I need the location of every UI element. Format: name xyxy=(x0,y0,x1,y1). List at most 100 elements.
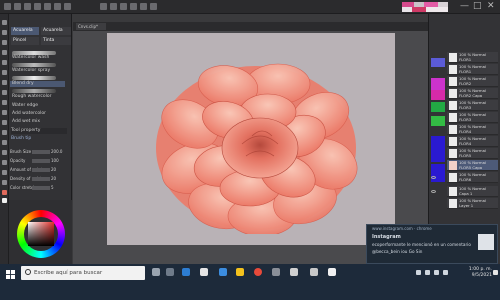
layer-row[interactable]: 100 % Normal FLOR3 xyxy=(447,100,498,111)
color-history-strip[interactable] xyxy=(402,2,448,12)
layer-row[interactable]: 100 % Normal Layer 1 xyxy=(447,198,498,209)
menu-icon[interactable] xyxy=(34,3,41,10)
brush-item[interactable]: Watercolor wash xyxy=(12,55,49,61)
taskbar-app-icon[interactable] xyxy=(310,268,318,276)
minimize-button[interactable]: — xyxy=(460,1,469,12)
tool-icon[interactable] xyxy=(2,60,7,65)
taskbar-app-icon[interactable] xyxy=(272,268,280,276)
task-view-icon[interactable] xyxy=(152,268,160,276)
layer-row[interactable]: 100 % Normal Capa 1 xyxy=(447,186,498,197)
tool-icon[interactable] xyxy=(2,160,7,165)
brush-item[interactable]: Add wet mix xyxy=(12,119,40,125)
taskbar-app-icon[interactable] xyxy=(290,268,298,276)
menu-icon[interactable] xyxy=(44,3,51,10)
property-slider[interactable] xyxy=(32,168,50,172)
layer-visibility-eye-icon[interactable] xyxy=(431,190,436,193)
subtool-tab-ink[interactable]: Tinta xyxy=(41,37,71,45)
layer-row[interactable]: 100 % Normal FLOR2 Capa xyxy=(447,88,498,99)
network-icon[interactable] xyxy=(425,270,430,275)
layer-row[interactable]: 100 % Normal FLOR2 xyxy=(447,76,498,87)
layer-color-chip xyxy=(431,78,445,90)
notification-center-icon[interactable] xyxy=(493,270,498,275)
maximize-button[interactable]: □ xyxy=(473,1,482,12)
subtool-tab-watercolor[interactable]: Acuarela xyxy=(11,27,39,35)
language-icon[interactable] xyxy=(443,270,448,275)
property-slider[interactable] xyxy=(32,150,50,154)
layer-thumbnail xyxy=(449,65,457,74)
windows-start-icon[interactable] xyxy=(6,270,15,279)
command-icon[interactable] xyxy=(150,3,157,10)
tool-icon[interactable] xyxy=(2,40,7,45)
property-opacity[interactable]: Opacity 100 xyxy=(10,158,62,164)
tool-icon[interactable] xyxy=(2,100,7,105)
property-slider[interactable] xyxy=(32,186,50,190)
layer-row[interactable]: 100 % Normal FLOR4 xyxy=(447,136,498,147)
property-brush-size[interactable]: Brush Size 200.0 xyxy=(10,149,62,155)
tool-icon[interactable] xyxy=(2,80,7,85)
subtool-tab-brush[interactable]: Pincel xyxy=(11,37,39,45)
layer-row[interactable]: 100 % Normal FLOR3 xyxy=(447,112,498,123)
tool-icon[interactable] xyxy=(2,90,7,95)
tool-icon[interactable] xyxy=(2,20,7,25)
taskbar-app-icon[interactable] xyxy=(182,268,190,276)
property-label: Brush Size xyxy=(10,149,32,154)
file-explorer-icon[interactable] xyxy=(236,268,244,276)
tool-icon[interactable] xyxy=(2,30,7,35)
main-color-swatch[interactable] xyxy=(2,190,7,195)
brush-item[interactable]: Add watercolor xyxy=(12,111,46,117)
layer-row[interactable]: 100 % Normal FLOR6 xyxy=(447,172,498,183)
layer-color-chip xyxy=(431,136,445,162)
notification-body: ecoperformante le mencionó en un comenta… xyxy=(372,242,471,247)
tool-icon[interactable] xyxy=(2,170,7,175)
layer-row[interactable]: 100 % Normal FLOR4 xyxy=(447,124,498,135)
command-icon[interactable] xyxy=(130,3,137,10)
saturation-value-square[interactable] xyxy=(28,222,54,246)
property-value: 200.0 xyxy=(51,149,63,154)
menu-icon[interactable] xyxy=(24,3,31,10)
menu-icon[interactable] xyxy=(54,3,61,10)
brush-item[interactable]: Water edge xyxy=(12,103,38,109)
menu-icon[interactable] xyxy=(4,3,11,10)
menu-icon[interactable] xyxy=(14,3,21,10)
sub-color-swatch[interactable] xyxy=(2,198,7,203)
brush-item[interactable]: Rough watercolor xyxy=(12,94,51,100)
tool-icon[interactable] xyxy=(2,120,7,125)
taskbar-app-icon[interactable] xyxy=(200,268,208,276)
layer-row[interactable]: 100 % Normal FLOR1 xyxy=(447,52,498,63)
clip-studio-icon[interactable] xyxy=(328,268,336,276)
property-density-of-paint[interactable]: Density of paint 20 xyxy=(10,176,62,182)
layer-row[interactable]: 100 % Normal FLOR1 xyxy=(447,64,498,75)
command-icon[interactable] xyxy=(120,3,127,10)
tool-icon[interactable] xyxy=(2,140,7,145)
layer-row-selected[interactable]: 100 % Normal FLOR5 Capa xyxy=(447,160,498,171)
command-icon[interactable] xyxy=(140,3,147,10)
tray-chevron-icon[interactable] xyxy=(416,270,421,275)
chrome-icon[interactable] xyxy=(254,268,262,276)
subtool-tab-watercolor-2[interactable]: Acuarela xyxy=(41,27,71,35)
tool-icon[interactable] xyxy=(2,180,7,185)
tool-icon[interactable] xyxy=(2,50,7,55)
brush-item[interactable]: Watercolor spray xyxy=(12,68,50,74)
edge-icon[interactable] xyxy=(219,268,227,276)
command-icon[interactable] xyxy=(100,3,107,10)
taskbar-app-icon[interactable] xyxy=(166,268,174,276)
property-slider[interactable] xyxy=(32,159,50,163)
document-tab[interactable]: Cnvs.clip* xyxy=(76,23,106,30)
tool-icon[interactable] xyxy=(2,70,7,75)
property-slider[interactable] xyxy=(32,177,50,181)
command-icon[interactable] xyxy=(110,3,117,10)
notification-avatar-icon xyxy=(478,234,494,250)
tray-clock[interactable]: 1:00 p. m. 9/5/2021 xyxy=(454,267,492,279)
tool-icon[interactable] xyxy=(2,150,7,155)
layer-row[interactable]: 100 % Normal FLOR5 xyxy=(447,148,498,159)
tool-icon[interactable] xyxy=(2,130,7,135)
close-button[interactable]: ✕ xyxy=(487,1,495,12)
property-color-stretch[interactable]: Color stretch 5 xyxy=(10,185,62,191)
volume-icon[interactable] xyxy=(434,270,439,275)
tool-icon[interactable] xyxy=(2,110,7,115)
layer-visibility-eye-icon[interactable] xyxy=(431,176,436,179)
menu-icon[interactable] xyxy=(64,3,71,10)
brush-item-selected[interactable]: Blend dry xyxy=(10,81,65,87)
layer-thumbnail xyxy=(449,101,457,110)
property-amount-of-paint[interactable]: Amount of paint 20 xyxy=(10,167,62,173)
